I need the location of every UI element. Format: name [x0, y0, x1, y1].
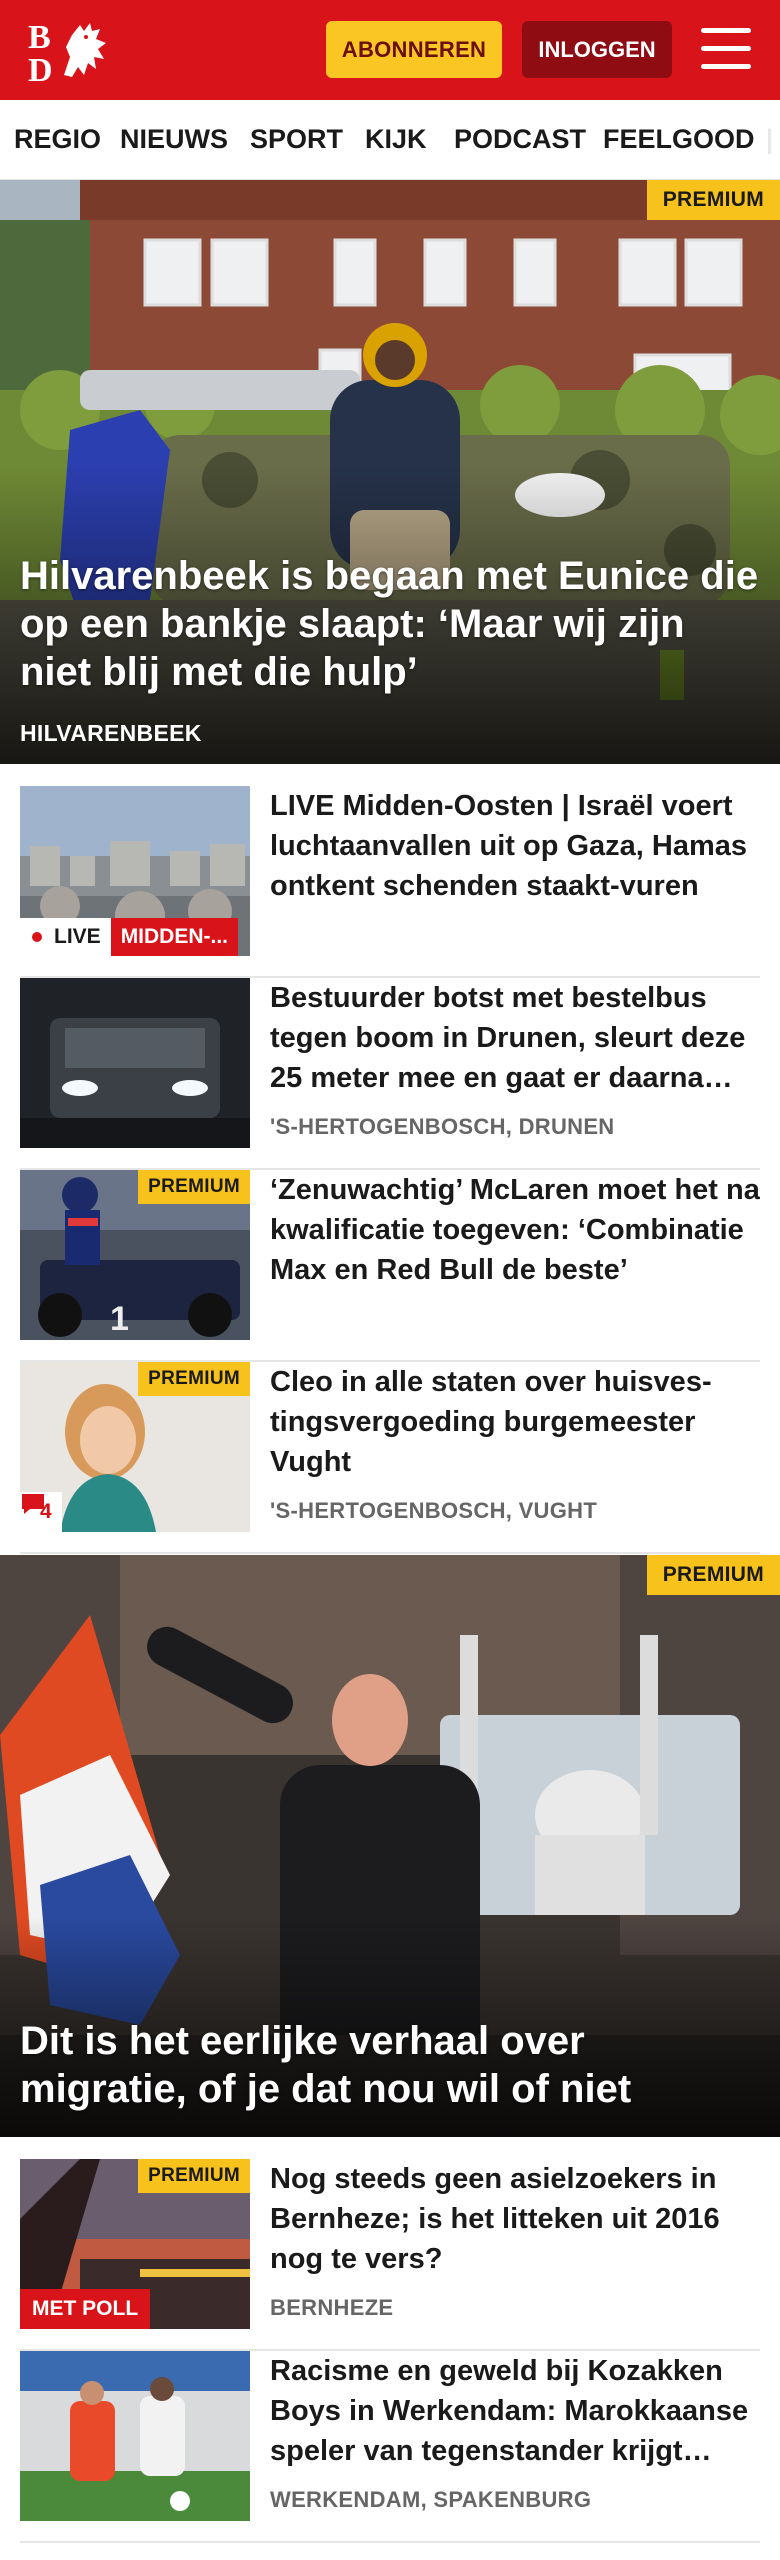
live-dot-icon	[32, 932, 42, 942]
hero-article-hilvarenbeek[interactable]: PREMIUM Hilvarenbeek is begaan met Eunic…	[0, 180, 780, 764]
article-card-live-midden-oosten[interactable]: LIVE MIDDEN-... LIVE Midden-Oosten | Isr…	[20, 786, 760, 978]
article-card-bernheze[interactable]: PREMIUM MET POLL Nog steeds geen asielzo…	[20, 2159, 760, 2351]
article-location: 'S-HERTOGENBOSCH, VUGHT	[270, 1498, 598, 1523]
article-title[interactable]: Racisme en geweld bij Kozakken Boys in W…	[270, 2351, 760, 2471]
article-card-kozakken-boys[interactable]: Racisme en geweld bij Kozakken Boys in W…	[20, 2351, 760, 2543]
bd-logo[interactable]: B D	[26, 17, 118, 83]
comment-count-pill[interactable]: 4	[20, 1492, 62, 1532]
nav-item-kijk[interactable]: KIJK	[365, 124, 427, 155]
article-card-mclaren[interactable]: 1 PREMIUM ‘Zenuwachtig’ McLaren moet het…	[20, 1170, 760, 1362]
article-thumbnail	[20, 978, 250, 1148]
thumbnail-night-van	[20, 978, 250, 1148]
article-location: BERNHEZE	[270, 2295, 394, 2320]
live-indicator: LIVE MIDDEN-...	[20, 918, 239, 956]
premium-badge: PREMIUM	[138, 1362, 250, 1396]
site-header: B D ABONNEREN INLOGGEN	[0, 0, 780, 100]
poll-tag: MET POLL	[20, 2289, 151, 2329]
svg-text:1: 1	[110, 1300, 129, 1338]
hero-article-migratie[interactable]: PREMIUM Dit is het eerlijke verhaal over…	[0, 1555, 780, 2137]
nav-item-feelgood[interactable]: FEELGOOD	[603, 124, 755, 155]
nav-fade	[760, 100, 780, 179]
hero-title[interactable]: Hilvarenbeek is begaan met Eunice die op…	[20, 552, 760, 696]
live-topic-tag: MIDDEN-...	[110, 918, 239, 956]
premium-badge: PREMIUM	[646, 180, 780, 220]
article-thumbnail: PREMIUM 4	[20, 1362, 250, 1532]
article-card-drunen-crash[interactable]: Bestuurder botst met bestelbus tegen boo…	[20, 978, 760, 1170]
comment-icon	[22, 1494, 44, 1514]
article-title[interactable]: Bestuurder botst met bestelbus tegen boo…	[270, 978, 760, 1098]
article-card-cleo-vught[interactable]: PREMIUM 4 Cleo in alle staten over huisv…	[20, 1362, 760, 1554]
article-title[interactable]: LIVE Midden-Oosten | Israël voert luchta…	[270, 786, 760, 906]
article-title[interactable]: Cleo in alle staten over huisves­tingsve…	[270, 1362, 760, 1482]
svg-text:D: D	[28, 52, 53, 83]
premium-badge: PREMIUM	[138, 1170, 250, 1204]
svg-text:B: B	[28, 19, 51, 56]
nav-item-sport[interactable]: SPORT	[250, 124, 343, 155]
nav-item-nieuws[interactable]: NIEUWS	[120, 124, 228, 155]
hamburger-menu-icon[interactable]	[701, 26, 751, 72]
nav-item-regio[interactable]: REGIO	[14, 124, 101, 155]
hero-location: HILVARENBEEK	[20, 720, 202, 746]
thumbnail-football-match	[20, 2351, 250, 2521]
article-location: WERKENDAM, SPAKENBURG	[270, 2487, 592, 2512]
premium-badge: PREMIUM	[138, 2159, 250, 2193]
article-thumbnail: LIVE MIDDEN-...	[20, 786, 250, 956]
category-nav: REGIO NIEUWS SPORT KIJK PODCAST FEELGOOD…	[0, 100, 780, 180]
article-title[interactable]: ‘Zenuwachtig’ McLaren moet het na kwalif…	[270, 1170, 760, 1290]
nav-item-podcast[interactable]: PODCAST	[454, 124, 586, 155]
login-button[interactable]: INLOGGEN	[522, 21, 672, 78]
live-label: LIVE	[54, 925, 101, 948]
subscribe-button[interactable]: ABONNEREN	[326, 21, 502, 78]
hero-title[interactable]: Dit is het eerlijke verhaal over migrati…	[20, 2017, 760, 2113]
article-title[interactable]: Nog steeds geen asielzoekers in Bernheze…	[270, 2159, 760, 2279]
article-thumbnail: 1 PREMIUM	[20, 1170, 250, 1340]
article-thumbnail	[20, 2351, 250, 2521]
article-location: 'S-HERTOGENBOSCH, DRUNEN	[270, 1114, 615, 1139]
article-thumbnail: PREMIUM MET POLL	[20, 2159, 250, 2329]
premium-badge: PREMIUM	[646, 1555, 780, 1595]
